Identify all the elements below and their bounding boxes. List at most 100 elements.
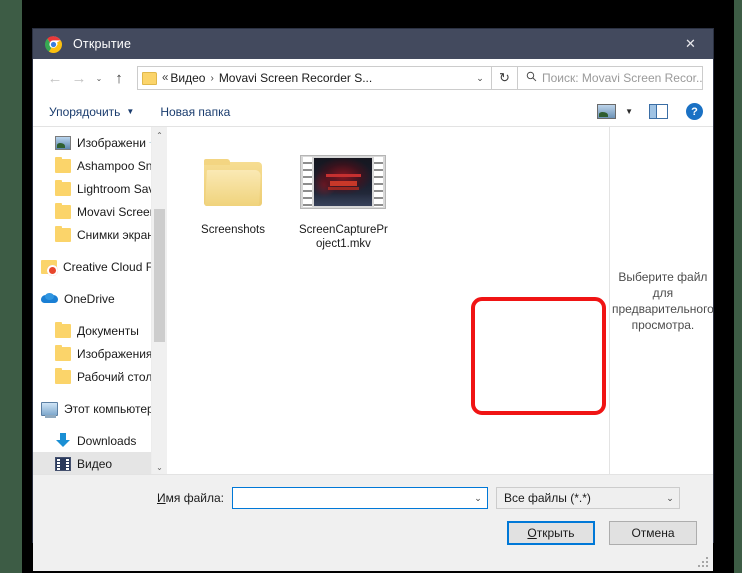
refresh-button[interactable]: ↻	[492, 66, 518, 90]
sidebar-item[interactable]: Ashampoo Snap	[33, 154, 167, 177]
open-button[interactable]: Открыть	[507, 521, 595, 545]
creative-cloud-icon	[41, 259, 58, 276]
sidebar-scrollbar[interactable]: ⌃ ⌄	[151, 127, 167, 474]
sidebar-item[interactable]: OneDrive	[33, 287, 167, 310]
breadcrumb-current[interactable]: Movavi Screen Recorder S...	[219, 71, 372, 85]
sidebar-item[interactable]: Downloads	[33, 429, 167, 452]
sidebar-item[interactable]: Этот компьютер	[33, 397, 167, 420]
list-item[interactable]: ScreenCaptureProject1.mkv	[295, 141, 391, 251]
sidebar-item-label: Изображения	[77, 346, 153, 361]
new-folder-button[interactable]: Новая папка	[160, 105, 230, 119]
sidebar-item[interactable]: Movavi Screen R	[33, 200, 167, 223]
download-icon	[55, 433, 71, 448]
sidebar-item-label: Документы	[77, 323, 139, 338]
video-file-icon	[295, 141, 391, 223]
close-button[interactable]: ✕	[668, 29, 713, 59]
chevron-down-icon: ▼	[126, 107, 135, 116]
filename-row: Имя файла: ⌄ Все файлы (*.*) ⌄	[157, 487, 680, 509]
folder-icon	[55, 367, 71, 384]
chevron-right-icon: ›	[210, 72, 214, 84]
scrollbar-thumb[interactable]	[154, 209, 165, 342]
chevron-down-icon[interactable]: ⌄	[469, 67, 491, 89]
sidebar-item[interactable]: Creative Cloud Fil	[33, 255, 167, 278]
filename-input[interactable]: ⌄	[231, 487, 488, 509]
scroll-down-icon[interactable]: ⌄	[152, 459, 167, 474]
button-row: Открыть Отмена	[507, 521, 697, 545]
search-icon	[526, 71, 537, 85]
sidebar-item[interactable]: Изображени📌	[33, 131, 167, 154]
sidebar-item[interactable]: Снимки экрана	[33, 223, 167, 246]
search-box[interactable]: Поиск: Movavi Screen Recor...	[518, 66, 703, 90]
chevron-down-icon[interactable]: ⌄	[661, 493, 679, 504]
desktop-background-left	[0, 0, 22, 573]
up-button[interactable]: ↑	[107, 65, 131, 91]
sidebar-item-label: Снимки экрана	[77, 227, 161, 242]
navigation-pane: Изображени📌Ashampoo SnapLightroom SavedM…	[33, 127, 167, 474]
folder-icon	[55, 225, 71, 242]
sidebar-item[interactable]: Рабочий стол	[33, 365, 167, 388]
dialog-body: Изображени📌Ashampoo SnapLightroom SavedM…	[33, 127, 713, 475]
help-icon[interactable]: ?	[686, 103, 703, 120]
film-perforation-right	[374, 157, 384, 207]
sidebar-item-label: Рабочий стол	[77, 369, 153, 384]
view-options-icon[interactable]	[597, 104, 617, 119]
chevron-down-icon[interactable]: ⌄	[469, 493, 487, 504]
chrome-icon	[45, 35, 62, 53]
sidebar-item[interactable]: Видео	[33, 452, 167, 474]
filename-label-accel: И	[157, 491, 166, 505]
open-label-rest: ткрыть	[536, 526, 575, 540]
filename-label-rest: мя файла:	[165, 491, 224, 505]
list-item-label: Screenshots	[201, 224, 265, 236]
file-type-value: Все файлы (*.*)	[503, 491, 591, 505]
folder-icon	[55, 179, 71, 196]
scroll-up-icon[interactable]: ⌃	[152, 127, 167, 143]
cancel-button[interactable]: Отмена	[609, 521, 697, 545]
folder-icon	[55, 344, 71, 361]
video-icon	[55, 456, 71, 471]
recent-locations-button[interactable]: ⌄	[91, 65, 107, 91]
sidebar-item-label: Этот компьютер	[64, 401, 154, 416]
address-bar[interactable]: « Видео › Movavi Screen Recorder S... ⌄	[137, 66, 492, 90]
forward-button[interactable]: →	[67, 65, 91, 91]
pane-right	[657, 105, 667, 118]
resize-grip[interactable]	[696, 555, 708, 567]
sidebar-item[interactable]: Изображения	[33, 342, 167, 365]
desktop-background-right	[734, 0, 742, 573]
navigation-bar: ← → ⌄ ↑ « Видео › Movavi Screen Recorder…	[33, 59, 713, 97]
sidebar-item-label: Видео	[77, 456, 113, 471]
sidebar-item-label: Downloads	[77, 433, 137, 448]
chevron-down-icon[interactable]: ▼	[625, 107, 633, 116]
search-input[interactable]: Поиск: Movavi Screen Recor...	[542, 71, 702, 85]
video-thumbnail	[314, 158, 373, 206]
breadcrumb-root[interactable]: Видео	[170, 71, 205, 85]
list-item[interactable]: Screenshots	[185, 141, 281, 237]
preview-pane-icon[interactable]	[649, 104, 668, 119]
sidebar-item-label: Изображени	[77, 135, 146, 150]
film-perforation-left	[303, 157, 313, 207]
open-accel: О	[527, 526, 537, 540]
preview-pane: Выберите файл для предварительного просм…	[609, 127, 713, 474]
breadcrumb-overflow[interactable]: «	[157, 72, 170, 84]
file-type-filter[interactable]: Все файлы (*.*) ⌄	[495, 487, 680, 509]
sidebar-item-label: OneDrive	[64, 291, 115, 306]
preview-message: Выберите файл для предварительного просм…	[612, 269, 713, 332]
sidebar-item-label: Creative Cloud Fil	[63, 259, 159, 274]
folder-icon	[55, 156, 71, 173]
back-button[interactable]: ←	[43, 65, 67, 91]
file-list[interactable]: Screenshots ScreenCaptureProject1.mkv	[167, 127, 609, 474]
sidebar-item[interactable]: Документы	[33, 319, 167, 342]
onedrive-icon	[41, 293, 58, 304]
pane-left	[650, 105, 657, 118]
organize-button[interactable]: Упорядочить ▼	[49, 105, 134, 119]
screen: Открытие ✕ ← → ⌄ ↑ « Видео › Movavi Scre…	[0, 0, 742, 573]
highlight-annotation	[471, 297, 606, 415]
command-bar: Упорядочить ▼ Новая папка ▼ ?	[33, 97, 713, 127]
title-bar: Открытие ✕	[33, 29, 713, 59]
dialog-footer: Имя файла: ⌄ Все файлы (*.*) ⌄ Открыть О…	[33, 475, 713, 571]
sidebar-item[interactable]: Lightroom Saved	[33, 177, 167, 200]
